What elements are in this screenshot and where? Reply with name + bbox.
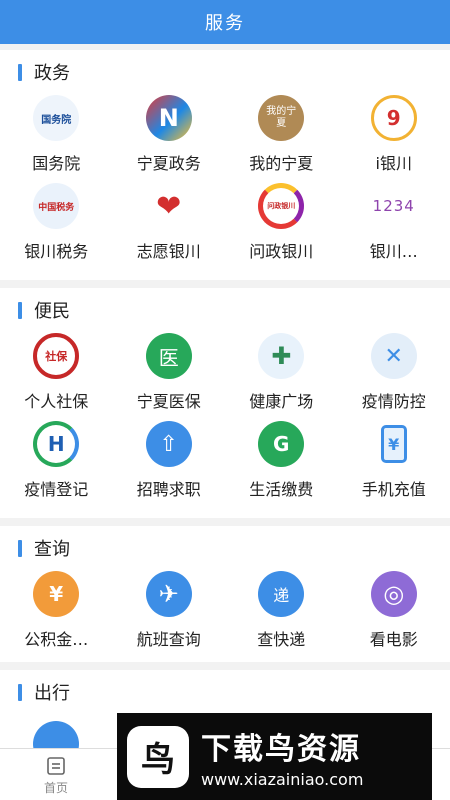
section-title: 查询 [34,539,70,560]
section-accent-bar [18,539,22,557]
service-item-label: 公积金… [24,630,89,649]
service-item-ningxia-gov[interactable]: N 宁夏政务 [113,94,226,182]
section-header: 查询 [18,526,70,570]
housing-fund-icon: ¥ [30,571,82,617]
tax-emblem-icon: 中国税务 [30,183,82,229]
medical-insurance-icon: 医 [143,333,195,379]
section-convenience: 便民 社保 个人社保 医 宁夏医保 ✚ 健康广场 ✕ 疫情防控 H 疫情登记 ⇧… [0,288,450,518]
section-header: 出行 [18,670,70,714]
service-item-inquiry[interactable]: 问政银川 问政银川 [225,182,338,270]
home-tab-icon [47,756,65,775]
service-item-i-yinchuan[interactable]: 9 i银川 [338,94,450,182]
top-header: 服务 [0,0,450,44]
health-square-icon: ✚ [255,333,307,379]
service-item-health-square[interactable]: ✚ 健康广场 [225,332,338,420]
volunteer-heart-icon: ❤ [143,183,195,229]
service-item-label: 宁夏政务 [136,154,201,173]
service-item-label: 招聘求职 [136,480,201,499]
service-item-label: 国务院 [32,154,81,173]
service-item-social-security[interactable]: 社保 个人社保 [0,332,113,420]
utility-payment-icon: G [255,421,307,467]
service-item-yinchuan-tax[interactable]: 中国税务 银川税务 [0,182,113,270]
service-item-label: 个人社保 [24,392,89,411]
express-search-icon: 递 [255,571,307,617]
service-item-recruitment[interactable]: ⇧ 招聘求职 [113,420,226,508]
service-item-utility-payment[interactable]: G 生活缴费 [225,420,338,508]
service-item-label: 航班查询 [136,630,201,649]
epidemic-control-icon: ✕ [368,333,420,379]
service-item-my-ningxia[interactable]: 我的宁夏 我的宁夏 [225,94,338,182]
service-item-label: 手机充值 [361,480,426,499]
service-item-label: 我的宁夏 [249,154,314,173]
service-item-label: 银川… [369,242,418,261]
service-item-flight[interactable]: ✈ 航班查询 [113,570,226,658]
section-accent-bar [18,63,22,81]
service-item-yinchuan-more[interactable]: 1234 银川… [338,182,450,270]
service-item-label: 疫情登记 [24,480,89,499]
i-yinchuan-icon: 9 [368,95,420,141]
section-query: 查询 ¥ 公积金… ✈ 航班查询 递 查快递 ◎ 看电影 [0,526,450,662]
section-title: 出行 [34,683,70,704]
service-item-label: 健康广场 [249,392,314,411]
service-item-label: 问政银川 [249,242,314,261]
bird-logo-icon: 鸟 [127,725,189,788]
service-item-bus[interactable] [0,720,113,748]
service-item-label: 银川税务 [24,242,89,261]
phone-recharge-icon: ¥ [368,422,420,466]
social-security-icon: 社保 [30,333,82,379]
movie-icon: ◎ [368,571,420,617]
section-header: 政务 [18,50,70,94]
service-item-label: 志愿银川 [136,242,201,261]
bus-icon [30,721,82,748]
tab-label: 首页 [43,780,68,795]
service-item-express[interactable]: 递 查快递 [225,570,338,658]
service-item-label: 查快递 [257,630,306,649]
service-item-epidemic-control[interactable]: ✕ 疫情防控 [338,332,450,420]
service-item-phone-recharge[interactable]: ¥ 手机充值 [338,420,450,508]
service-item-label: 生活缴费 [249,480,314,499]
epidemic-register-icon: H [30,421,82,467]
service-item-volunteer[interactable]: ❤ 志愿银川 [113,182,226,270]
service-item-label: i银川 [375,154,412,173]
watermark-url: www.xiazainiao.com [201,770,364,789]
service-item-state-council[interactable]: 国务院 国务院 [0,94,113,182]
service-item-label: 宁夏医保 [136,392,201,411]
service-item-movie[interactable]: ◎ 看电影 [338,570,450,658]
state-council-icon: 国务院 [30,95,82,141]
section-title: 政务 [34,63,70,84]
service-item-medical-insurance[interactable]: 医 宁夏医保 [113,332,226,420]
section-header: 便民 [18,288,70,332]
section-title: 便民 [34,301,70,322]
page-title: 服务 [205,13,245,34]
service-item-label: 疫情防控 [361,392,426,411]
inquiry-ring-icon: 问政银川 [255,183,307,229]
number-1234-icon: 1234 [368,183,420,229]
ningxia-gov-icon: N [143,95,195,141]
my-ningxia-icon: 我的宁夏 [255,95,307,141]
service-item-label: 看电影 [369,630,418,649]
service-item-housing-fund[interactable]: ¥ 公积金… [0,570,113,658]
section-accent-bar [18,683,22,701]
flight-icon: ✈ [143,571,195,617]
recruitment-icon: ⇧ [143,421,195,467]
watermark-title: 下载鸟资源 [201,732,361,767]
watermark-banner: 鸟 下载鸟资源 www.xiazainiao.com [117,713,432,800]
section-government: 政务 国务院 国务院 N 宁夏政务 我的宁夏 我的宁夏 9 i银川 中国税务 银… [0,50,450,280]
service-item-epidemic-register[interactable]: H 疫情登记 [0,420,113,508]
section-accent-bar [18,301,22,319]
